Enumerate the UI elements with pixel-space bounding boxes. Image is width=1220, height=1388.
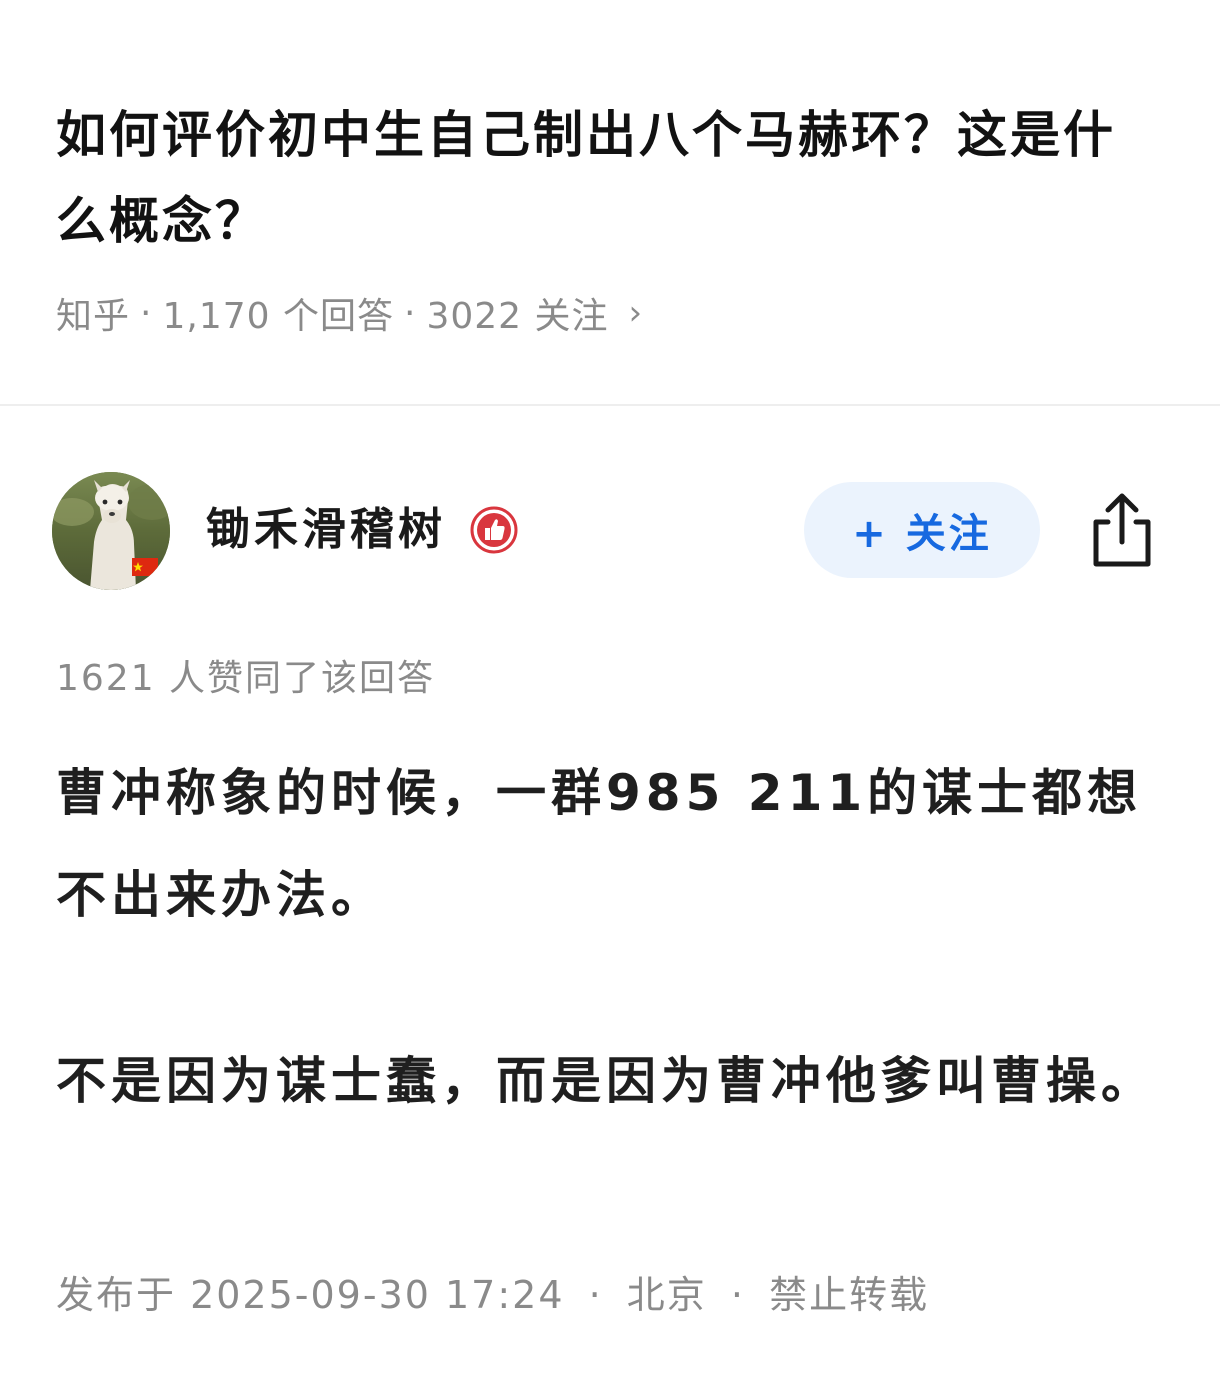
thumbs-up-badge-icon[interactable] [470,506,518,554]
meta-separator: · [403,292,417,334]
meta-separator: · [140,292,153,334]
meta-separator: · [730,1273,745,1317]
follow-button[interactable]: + 关注 [804,482,1040,578]
meta-separator: · [588,1273,603,1317]
alpaca-avatar-image [52,472,170,590]
question-title[interactable]: 如何评价初中生自己制出八个马赫环？这是什么概念？ [56,92,1166,264]
follower-count: 3022 关注 [426,296,609,337]
author-name[interactable]: 锄禾滑稽树 [206,500,446,560]
avatar[interactable] [52,472,170,590]
section-divider [0,404,1220,406]
publish-time: 发布于 2025-09-30 17:24 [56,1273,565,1317]
answer-count: 1,170 个回答 [162,296,394,337]
question-meta[interactable]: 知乎 · 1,170 个回答 · 3022 关注 › [56,288,643,338]
author-row: 锄禾滑稽树 + 关注 [0,470,1220,592]
publish-info: 发布于 2025-09-30 17:24 · 北京 · 禁止转载 [56,1268,929,1322]
vote-count: 1621 人赞同了该回答 [56,658,436,699]
publish-location: 北京 [626,1273,707,1317]
copyright-notice: 禁止转载 [769,1273,930,1317]
question-header: 如何评价初中生自己制出八个马赫环？这是什么概念？ 知乎 · 1,170 个回答 … [0,0,1220,404]
answer-content[interactable]: 曹冲称象的时候，一群985 211的谋士都想不出来办法。 不是因为谋士蠢，而是因… [56,742,1166,1132]
source-label: 知乎 [56,296,131,337]
chevron-right-icon: › [628,293,644,333]
share-icon[interactable] [1086,490,1158,570]
answer-paragraph: 曹冲称象的时候，一群985 211的谋士都想不出来办法。 [56,764,1143,924]
answer-paragraph: 不是因为谋士蠢，而是因为曹冲他爹叫曹操。 [56,1052,1156,1110]
